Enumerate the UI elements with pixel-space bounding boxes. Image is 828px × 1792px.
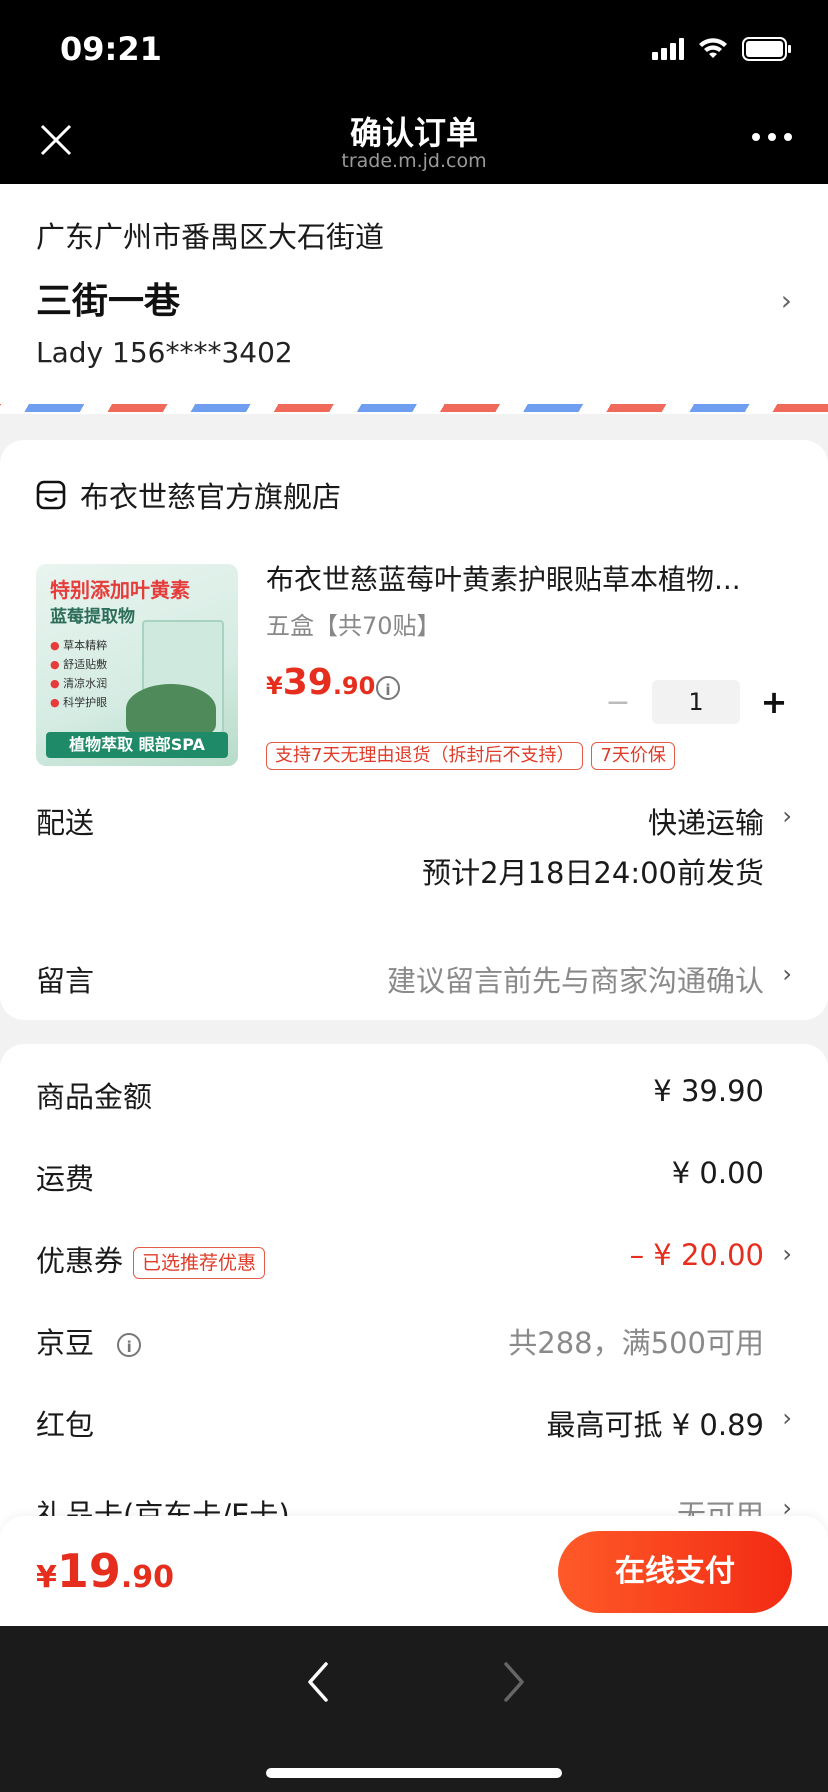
shipping-label: 运费 (36, 1162, 95, 1196)
store-icon (36, 480, 66, 510)
chevron-right-icon: › (780, 284, 792, 317)
address-contact: Lady 156****3402 (36, 336, 293, 369)
image-bullet: 草本精粹 (50, 636, 107, 655)
chevron-right-icon: › (782, 802, 792, 830)
back-icon[interactable] (298, 1652, 338, 1712)
plant-graphic (126, 684, 216, 734)
image-bullet: 清凉水润 (50, 674, 107, 693)
top-bar: 09:21 确认订单 trade.m.jd.com (0, 0, 828, 184)
coupon-label: 优惠券 (36, 1244, 124, 1278)
airmail-stripe (0, 404, 828, 412)
address-detail: 三街一巷 (36, 281, 181, 322)
total-decimal: .90 (120, 1560, 175, 1595)
shipping-value: ¥ 0.00 (671, 1156, 764, 1190)
info-icon[interactable]: i (376, 676, 400, 700)
signal-icon (652, 38, 684, 60)
total-integer: 19 (56, 1544, 121, 1598)
price-protect-tag: 7天价保 (591, 742, 675, 770)
hongbao-value[interactable]: 最高可抵 ¥ 0.89 (547, 1402, 764, 1444)
coupon-row[interactable]: 优惠券 已选推荐优惠 (36, 1238, 266, 1280)
total-currency: ¥ (36, 1560, 57, 1595)
image-bullet: 舒适贴敷 (50, 655, 107, 674)
image-headline: 特别添加叶黄素 (50, 578, 190, 602)
battery-icon (742, 37, 791, 61)
forward-icon[interactable] (494, 1652, 534, 1712)
jingdou-value: 共288，满500可用 (508, 1326, 764, 1360)
delivery-method[interactable]: 快递运输 (648, 800, 764, 842)
image-bullets: 草本精粹 舒适贴敷 清凉水润 科学护眼 (50, 636, 107, 712)
status-time: 09:21 (60, 30, 162, 68)
chevron-right-icon: › (782, 1240, 792, 1268)
image-subhead: 蓝莓提取物 (50, 607, 135, 627)
jingdou-row: 京豆 i (36, 1320, 142, 1362)
coupon-tag: 已选推荐优惠 (133, 1247, 266, 1279)
status-icons (652, 34, 792, 64)
goods-amount-label: 商品金额 (36, 1080, 153, 1114)
info-icon[interactable]: i (117, 1333, 142, 1357)
service-tags: 支持7天无理由退货（拆封后不支持） 7天价保 (266, 742, 675, 770)
product-name[interactable]: 布衣世慈蓝莓叶黄素护眼贴草本植物... (266, 558, 786, 598)
store-card: 布衣世慈官方旗舰店 特别添加叶黄素 蓝莓提取物 草本精粹 舒适贴敷 清凉水润 科… (0, 440, 828, 1020)
page-title: 确认订单 (349, 114, 478, 152)
chevron-right-icon: › (782, 960, 792, 988)
checkout-bar: ¥19.90 在线支付 (0, 1516, 828, 1626)
message-input[interactable]: 建议留言前先与商家沟通确认 (387, 958, 764, 1000)
jingdou-label: 京豆 (36, 1326, 95, 1360)
total-price: ¥19.90 (36, 1544, 174, 1598)
quantity-value[interactable]: 1 (652, 680, 740, 724)
store-name: 布衣世慈官方旗舰店 (80, 480, 342, 514)
image-bar: 植物萃取 眼部SPA (46, 732, 228, 758)
price-summary-card: 商品金额 ¥ 39.90 运费 ¥ 0.00 优惠券 已选推荐优惠 – ¥ 20.… (0, 1044, 828, 1564)
hongbao-label: 红包 (36, 1408, 95, 1442)
chevron-right-icon: › (782, 1404, 792, 1432)
message-label: 留言 (36, 964, 95, 998)
price-decimal: .90 (332, 672, 376, 700)
product-variant[interactable]: 五盒【共70贴】 (266, 606, 441, 641)
store-header[interactable]: 布衣世慈官方旗舰店 (36, 474, 341, 516)
pay-online-button[interactable]: 在线支付 (558, 1531, 792, 1613)
delivery-label: 配送 (36, 806, 95, 840)
return-policy-tag: 支持7天无理由退货（拆封后不支持） (266, 742, 584, 770)
minus-icon[interactable]: − (600, 685, 636, 720)
address-section[interactable]: 广东广州市番禺区大石街道 三街一巷 Lady 156****3402 › (0, 184, 828, 414)
browser-toolbar (0, 1626, 828, 1792)
page-url: trade.m.jd.com (341, 150, 487, 172)
quantity-stepper: − 1 + (600, 680, 792, 724)
plus-icon[interactable]: + (756, 683, 792, 721)
image-bullet: 科学护眼 (50, 693, 107, 712)
product-image[interactable]: 特别添加叶黄素 蓝莓提取物 草本精粹 舒适贴敷 清凉水润 科学护眼 植物萃取 眼… (36, 564, 238, 766)
delivery-estimate: 预计2月18日24:00前发货 (422, 856, 764, 890)
coupon-value[interactable]: – ¥ 20.00 (630, 1238, 764, 1272)
address-region: 广东广州市番禺区大石街道 (36, 220, 385, 254)
home-indicator[interactable] (266, 1768, 562, 1778)
price-integer: 39 (282, 662, 333, 703)
goods-amount-value: ¥ 39.90 (653, 1074, 764, 1108)
price-currency: ¥ (266, 672, 283, 700)
product-price: ¥39.90 (266, 662, 375, 703)
more-icon[interactable] (752, 133, 792, 141)
wifi-icon (699, 38, 727, 58)
